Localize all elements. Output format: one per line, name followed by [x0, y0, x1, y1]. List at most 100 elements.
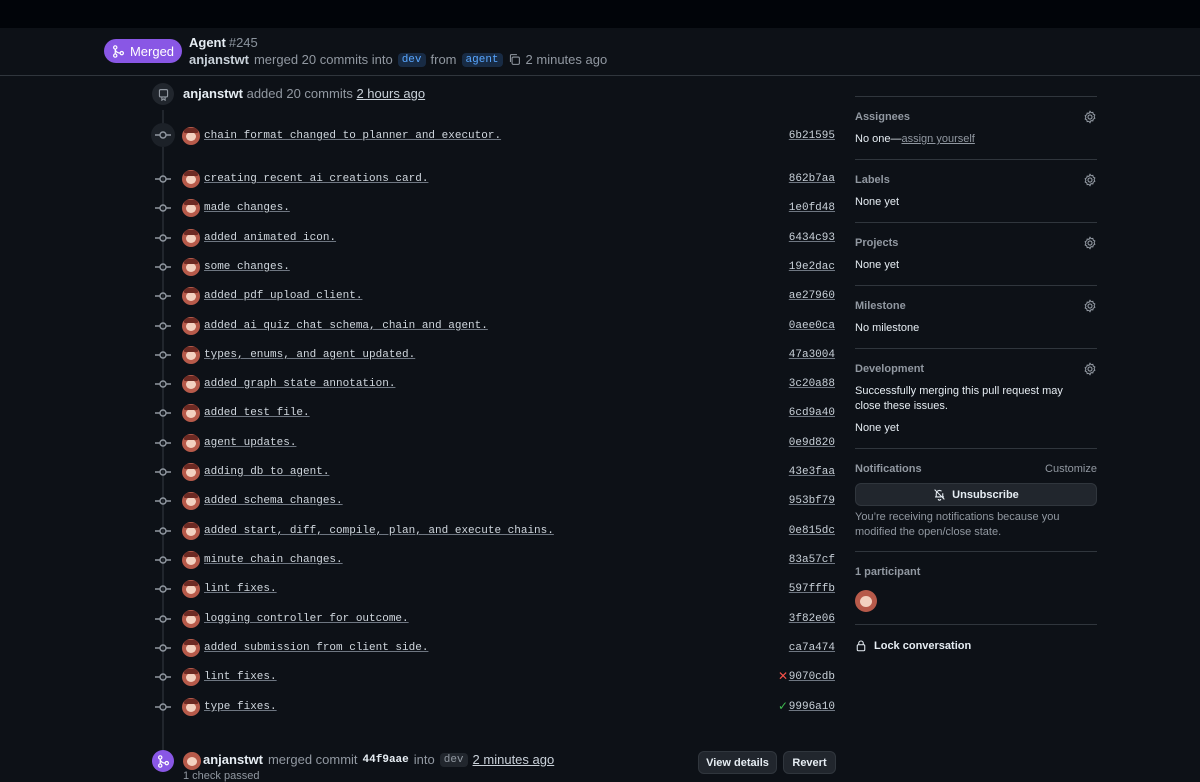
commit-sha[interactable]: 6434c93	[789, 232, 835, 244]
merge-event-icon	[152, 750, 174, 772]
gear-icon[interactable]	[1083, 173, 1097, 187]
commit-sha[interactable]: 83a57cf	[789, 554, 835, 566]
commit-message[interactable]: added submission from client side.	[204, 642, 428, 654]
commit-sha[interactable]: 9996a10	[789, 701, 835, 713]
base-branch[interactable]: dev	[397, 52, 426, 67]
commit-message[interactable]: added animated icon.	[204, 232, 336, 244]
merge-author-avatar[interactable]	[183, 752, 201, 770]
commit-author-avatar[interactable]	[182, 668, 200, 686]
participant-avatar[interactable]	[855, 590, 877, 612]
lock-icon	[856, 640, 866, 652]
commit-icon	[155, 231, 171, 245]
commit-message[interactable]: added test file.	[204, 407, 310, 419]
from-text: from	[430, 52, 457, 67]
gear-icon[interactable]	[1083, 299, 1097, 313]
commit-message[interactable]: added start, diff, compile, plan, and ex…	[204, 525, 554, 537]
gear-icon[interactable]	[1083, 110, 1097, 124]
commit-author-avatar[interactable]	[182, 317, 200, 335]
added-author[interactable]: anjanstwt	[183, 86, 243, 101]
head-branch[interactable]: agent	[461, 52, 503, 67]
commit-icon	[155, 260, 171, 274]
commit-author-avatar[interactable]	[182, 580, 200, 598]
merge-author[interactable]: anjanstwt	[203, 752, 263, 767]
commit-sha[interactable]: 0e815dc	[789, 525, 835, 537]
labels-title: Labels	[855, 174, 890, 186]
commit-sha[interactable]: 1e0fd48	[789, 202, 835, 214]
commit-message[interactable]: added pdf upload client.	[204, 290, 362, 302]
commit-message[interactable]: some changes.	[204, 261, 290, 273]
commit-author-avatar[interactable]	[182, 375, 200, 393]
commit-row: added ai quiz chat schema, chain and age…	[150, 315, 840, 337]
commit-sha[interactable]: 47a3004	[789, 349, 835, 361]
commit-author-avatar[interactable]	[182, 404, 200, 422]
commit-row: type fixes. ✓ 9996a10	[150, 696, 840, 718]
commit-sha[interactable]: 953bf79	[789, 495, 835, 507]
commit-message[interactable]: lint fixes.	[204, 583, 277, 595]
commit-sha[interactable]: 19e2dac	[789, 261, 835, 273]
commit-author-avatar[interactable]	[182, 434, 200, 452]
pr-author[interactable]: anjanstwt	[189, 52, 249, 67]
commit-author-avatar[interactable]	[182, 698, 200, 716]
check-passed-icon[interactable]: ✓	[778, 700, 788, 712]
merged-badge-label: Merged	[129, 43, 175, 59]
merge-time[interactable]: 2 minutes ago	[473, 752, 555, 767]
commit-author-avatar[interactable]	[182, 610, 200, 628]
lock-conversation-button[interactable]: Lock conversation	[855, 639, 971, 652]
commit-author-avatar[interactable]	[182, 522, 200, 540]
commit-sha[interactable]: 862b7aa	[789, 173, 835, 185]
commit-message[interactable]: adding db to agent.	[204, 466, 329, 478]
copy-icon[interactable]	[508, 53, 521, 66]
commit-author-avatar[interactable]	[182, 551, 200, 569]
commit-sha[interactable]: ca7a474	[789, 642, 835, 654]
assign-yourself-link[interactable]: assign yourself	[901, 133, 974, 145]
commit-message[interactable]: logging controller for outcome.	[204, 613, 409, 625]
gear-icon[interactable]	[1083, 236, 1097, 250]
commit-author-avatar[interactable]	[182, 346, 200, 364]
check-failed-icon[interactable]: ✕	[778, 670, 788, 682]
commit-sha[interactable]: 43e3faa	[789, 466, 835, 478]
commit-author-avatar[interactable]	[182, 287, 200, 305]
commit-message[interactable]: lint fixes.	[204, 671, 277, 683]
commit-author-avatar[interactable]	[182, 127, 200, 145]
commit-author-avatar[interactable]	[182, 258, 200, 276]
commit-message[interactable]: creating recent ai creations card.	[204, 173, 428, 185]
commit-message[interactable]: types, enums, and agent updated.	[204, 349, 415, 361]
commit-sha[interactable]: 6cd9a40	[789, 407, 835, 419]
merge-branch[interactable]: dev	[439, 752, 468, 767]
added-time[interactable]: 2 hours ago	[356, 86, 425, 101]
commit-icon	[155, 289, 171, 303]
commit-author-avatar[interactable]	[182, 170, 200, 188]
commit-message[interactable]: type fixes.	[204, 701, 277, 713]
revert-button[interactable]: Revert	[783, 751, 836, 774]
commit-author-avatar[interactable]	[182, 229, 200, 247]
commit-message[interactable]: minute chain changes.	[204, 554, 343, 566]
pr-number: #245	[228, 35, 258, 50]
customize-link[interactable]: Customize	[1045, 463, 1097, 475]
commit-sha[interactable]: 0e9d820	[789, 437, 835, 449]
view-details-button[interactable]: View details	[698, 751, 777, 774]
commit-author-avatar[interactable]	[182, 463, 200, 481]
checks-status[interactable]: 1 check passed	[183, 770, 259, 782]
merge-commit-sha[interactable]: 44f9aae	[363, 754, 409, 766]
sidebar-milestone: Milestone No milestone	[855, 285, 1097, 348]
commit-sha[interactable]: 9070cdb	[789, 671, 835, 683]
commit-author-avatar[interactable]	[182, 492, 200, 510]
commit-message[interactable]: agent updates.	[204, 437, 296, 449]
commit-message[interactable]: added schema changes.	[204, 495, 343, 507]
commit-sha[interactable]: 6b21595	[789, 130, 835, 142]
commit-message[interactable]: added ai quiz chat schema, chain and age…	[204, 320, 488, 332]
commit-sha[interactable]: 3c20a88	[789, 378, 835, 390]
pr-title-text: Agent	[189, 35, 226, 50]
notifications-description: You’re receiving notifications because y…	[855, 511, 1060, 538]
commit-author-avatar[interactable]	[182, 639, 200, 657]
commit-author-avatar[interactable]	[182, 199, 200, 217]
commit-sha[interactable]: 0aee0ca	[789, 320, 835, 332]
commit-message[interactable]: made changes.	[204, 202, 290, 214]
commit-sha[interactable]: ae27960	[789, 290, 835, 302]
commit-sha[interactable]: 597fffb	[789, 583, 835, 595]
unsubscribe-button[interactable]: Unsubscribe	[855, 483, 1097, 506]
commit-message[interactable]: added graph state annotation.	[204, 378, 395, 390]
commit-message[interactable]: chain format changed to planner and exec…	[204, 130, 501, 142]
commit-sha[interactable]: 3f82e06	[789, 613, 835, 625]
gear-icon[interactable]	[1083, 362, 1097, 376]
